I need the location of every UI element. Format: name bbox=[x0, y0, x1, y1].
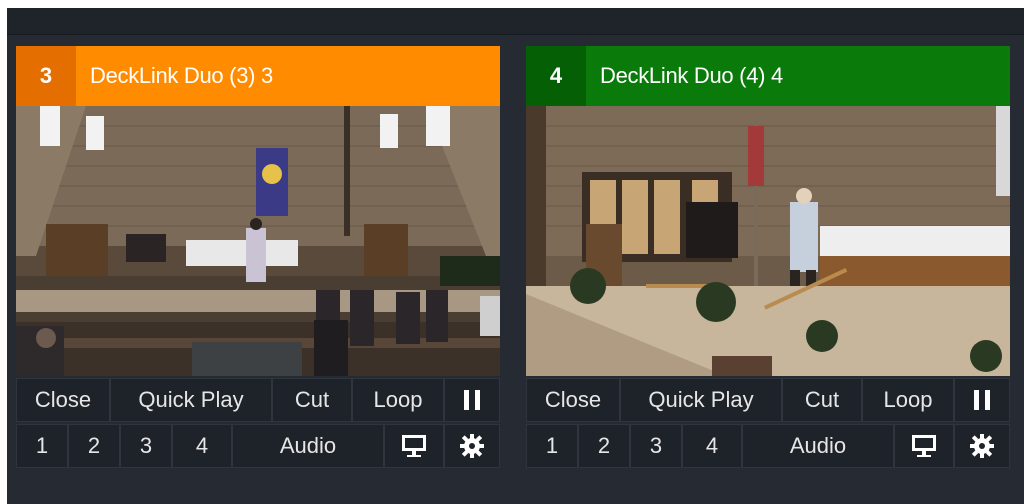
gear-icon bbox=[970, 434, 994, 458]
audio-button[interactable]: Audio bbox=[742, 424, 894, 468]
quick-play-button[interactable]: Quick Play bbox=[620, 378, 782, 422]
video-preview[interactable] bbox=[526, 106, 1010, 376]
video-preview[interactable] bbox=[16, 106, 500, 376]
top-bar bbox=[7, 8, 1024, 35]
overlay-4-button[interactable]: 4 bbox=[172, 424, 232, 468]
cut-button[interactable]: Cut bbox=[782, 378, 862, 422]
settings-button[interactable] bbox=[444, 424, 500, 468]
pause-icon bbox=[464, 390, 480, 410]
input-controls: Close Quick Play Cut Loop 1 2 3 4 Audio bbox=[526, 378, 1010, 474]
gear-icon bbox=[460, 434, 484, 458]
input-title: DeckLink Duo (3) 3 bbox=[90, 63, 273, 88]
input-panel-4: 4 DeckLink Duo (4) 4 Close Quick Play Cu… bbox=[526, 46, 1010, 478]
input-number: 4 bbox=[526, 46, 586, 106]
overlay-2-button[interactable]: 2 bbox=[68, 424, 120, 468]
overlay-4-button[interactable]: 4 bbox=[682, 424, 742, 468]
pause-button[interactable] bbox=[954, 378, 1010, 422]
vmix-app-window: 3 DeckLink Duo (3) 3 Close Quick Play Cu… bbox=[7, 8, 1024, 504]
close-button[interactable]: Close bbox=[16, 378, 110, 422]
monitor-icon bbox=[402, 435, 426, 457]
pause-button[interactable] bbox=[444, 378, 500, 422]
loop-button[interactable]: Loop bbox=[862, 378, 954, 422]
output-monitor-button[interactable] bbox=[384, 424, 444, 468]
loop-button[interactable]: Loop bbox=[352, 378, 444, 422]
overlay-3-button[interactable]: 3 bbox=[630, 424, 682, 468]
settings-button[interactable] bbox=[954, 424, 1010, 468]
monitor-icon bbox=[912, 435, 936, 457]
input-number: 3 bbox=[16, 46, 76, 106]
overlay-1-button[interactable]: 1 bbox=[526, 424, 578, 468]
church-scene-image bbox=[16, 106, 500, 376]
input-header[interactable]: 4 DeckLink Duo (4) 4 bbox=[526, 46, 1010, 106]
input-header[interactable]: 3 DeckLink Duo (3) 3 bbox=[16, 46, 500, 106]
overlay-3-button[interactable]: 3 bbox=[120, 424, 172, 468]
cut-button[interactable]: Cut bbox=[272, 378, 352, 422]
overlay-1-button[interactable]: 1 bbox=[16, 424, 68, 468]
input-title: DeckLink Duo (4) 4 bbox=[600, 63, 783, 88]
pause-icon bbox=[974, 390, 990, 410]
output-monitor-button[interactable] bbox=[894, 424, 954, 468]
church-scene-image bbox=[526, 106, 1010, 376]
input-panel-3: 3 DeckLink Duo (3) 3 Close Quick Play Cu… bbox=[16, 46, 500, 478]
overlay-2-button[interactable]: 2 bbox=[578, 424, 630, 468]
audio-button[interactable]: Audio bbox=[232, 424, 384, 468]
input-controls: Close Quick Play Cut Loop 1 2 3 4 Audio bbox=[16, 378, 500, 474]
quick-play-button[interactable]: Quick Play bbox=[110, 378, 272, 422]
close-button[interactable]: Close bbox=[526, 378, 620, 422]
